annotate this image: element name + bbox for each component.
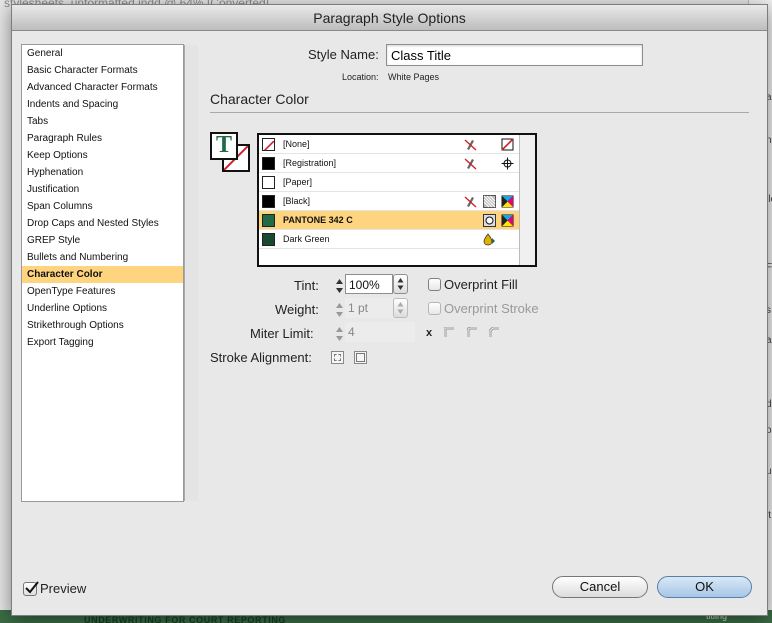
section-title: Character Color [210, 91, 309, 107]
chevron-updown-icon [397, 302, 404, 314]
category-tabs[interactable]: Tabs [22, 113, 183, 130]
category-span-columns[interactable]: Span Columns [22, 198, 183, 215]
spot-color-icon [483, 214, 496, 227]
category-basic-character-formats[interactable]: Basic Character Formats [22, 62, 183, 79]
paper-swatch-chip [262, 176, 275, 189]
swatch-name: [Paper] [283, 177, 313, 187]
chevron-updown-icon [397, 278, 404, 290]
category-character-color[interactable]: Character Color [22, 266, 183, 283]
category-list-scrollbar[interactable] [184, 45, 198, 501]
no-edit-icon [464, 158, 477, 170]
cmyk-mode-icon [501, 214, 514, 227]
document-heading-text: UNDERWRITING FOR COURT REPORTING [84, 615, 287, 623]
category-hyphenation[interactable]: Hyphenation [22, 164, 183, 181]
none-swatch-icon [501, 138, 514, 151]
category-underline-options[interactable]: Underline Options [22, 300, 183, 317]
preview-label: Preview [40, 581, 87, 596]
location-value: White Pages [388, 72, 440, 82]
tint-stepper[interactable] [334, 276, 345, 296]
miter-join-icon[interactable] [444, 327, 455, 338]
weight-stepper[interactable] [334, 300, 345, 320]
swatch-name: [Black] [283, 196, 311, 206]
category-drop-caps[interactable]: Drop Caps and Nested Styles [22, 215, 183, 232]
swatch-row-paper[interactable]: [Paper] [259, 173, 519, 192]
category-paragraph-rules[interactable]: Paragraph Rules [22, 130, 183, 147]
category-opentype-features[interactable]: OpenType Features [22, 283, 183, 300]
category-list: General Basic Character Formats Advanced… [21, 44, 198, 502]
swatch-row-dark-green[interactable]: Dark Green [259, 230, 519, 249]
fill-text-icon[interactable]: T [210, 132, 238, 160]
align-stroke-inside-icon[interactable] [354, 351, 367, 364]
miter-limit-input[interactable]: 4 [345, 322, 415, 342]
cancel-button[interactable]: Cancel [552, 576, 648, 598]
swatch-list-scrollbar[interactable] [519, 135, 535, 265]
preview-checkbox[interactable] [23, 581, 39, 596]
swatch-list: [None] [Registration] [Paper] [Black] PA… [257, 133, 537, 267]
weight-label: Weight: [275, 302, 319, 317]
tint-input[interactable]: 100% [345, 274, 393, 294]
overprint-stroke-checkbox[interactable] [428, 302, 441, 315]
process-color-icon [483, 195, 496, 208]
category-strikethrough-options[interactable]: Strikethrough Options [22, 317, 183, 334]
category-grep-style[interactable]: GREP Style [22, 232, 183, 249]
swatch-name: Dark Green [283, 234, 330, 244]
swatch-row-pantone-342c[interactable]: PANTONE 342 C [259, 211, 519, 230]
overprint-fill-checkbox[interactable] [428, 278, 441, 291]
miter-limit-stepper[interactable] [334, 324, 345, 344]
miter-x-label: x [426, 327, 433, 339]
weight-dropdown-button[interactable] [393, 298, 408, 318]
category-indents-and-spacing[interactable]: Indents and Spacing [22, 96, 183, 113]
category-justification[interactable]: Justification [22, 181, 183, 198]
swatch-row-registration[interactable]: [Registration] [259, 154, 519, 173]
paragraph-style-options-dialog: Paragraph Style Options General Basic Ch… [11, 4, 768, 616]
bevel-join-icon[interactable] [489, 327, 500, 338]
dialog-title: Paragraph Style Options [12, 5, 767, 31]
none-swatch-chip [262, 138, 275, 151]
gradient-drop-icon [483, 233, 495, 246]
category-bullets-and-numbering[interactable]: Bullets and Numbering [22, 249, 183, 266]
registration-icon [501, 157, 514, 170]
round-join-icon[interactable] [467, 327, 478, 338]
no-edit-icon [464, 196, 477, 208]
category-keep-options[interactable]: Keep Options [22, 147, 183, 164]
align-stroke-center-icon[interactable] [331, 351, 344, 364]
swatch-name: PANTONE 342 C [283, 215, 353, 225]
no-edit-icon [464, 139, 477, 151]
overprint-fill-label: Overprint Fill [444, 277, 518, 292]
style-name-label: Style Name: [308, 47, 379, 62]
category-advanced-character-formats[interactable]: Advanced Character Formats [22, 79, 183, 96]
swatch-row-none[interactable]: [None] [259, 135, 519, 154]
black-swatch-chip [262, 195, 275, 208]
process-cmyk-icon [501, 195, 514, 208]
checkmark-icon [25, 581, 39, 594]
swatch-name: [None] [283, 139, 310, 149]
style-name-input[interactable] [386, 44, 643, 66]
overprint-stroke-label: Overprint Stroke [444, 301, 539, 316]
category-general[interactable]: General [22, 45, 183, 62]
tint-label: Tint: [294, 278, 319, 293]
dark-green-swatch-chip [262, 233, 275, 246]
location-label: Location: [342, 72, 379, 82]
pantone-swatch-chip [262, 214, 275, 227]
swatch-name: [Registration] [283, 158, 337, 168]
stroke-alignment-label: Stroke Alignment: [210, 350, 312, 365]
section-divider [210, 112, 749, 113]
fill-stroke-selector[interactable]: T [210, 132, 254, 176]
weight-input[interactable]: 1 pt [345, 298, 393, 318]
swatch-row-black[interactable]: [Black] [259, 192, 519, 211]
ok-button[interactable]: OK [657, 576, 752, 598]
miter-limit-label: Miter Limit: [250, 326, 314, 341]
category-export-tagging[interactable]: Export Tagging [22, 334, 183, 351]
tint-dropdown-button[interactable] [393, 274, 408, 294]
registration-swatch-chip [262, 157, 275, 170]
